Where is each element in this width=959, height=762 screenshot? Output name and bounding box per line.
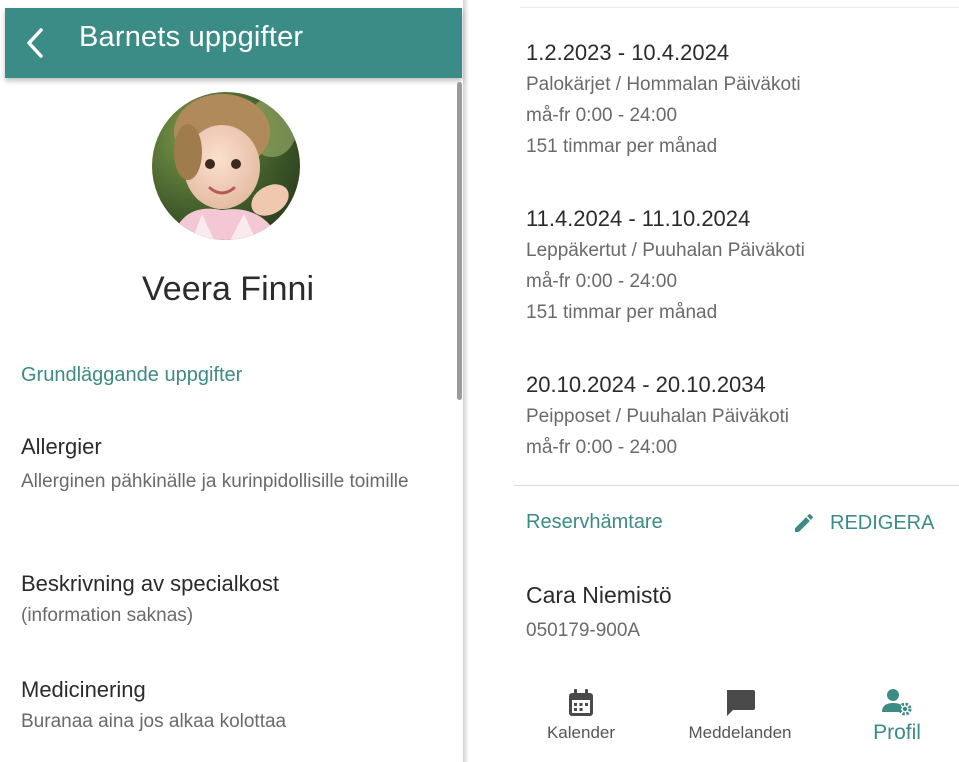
nav-item-profile[interactable]: Profil <box>866 680 928 745</box>
special-diet-value: (information saknas) <box>21 605 194 626</box>
allergies-label: Allergier <box>21 434 102 459</box>
chat-icon <box>727 690 755 716</box>
nav-item-calendar[interactable]: Kalender <box>542 680 620 743</box>
child-name: Veera Finni <box>142 270 314 308</box>
nav-label: Meddelanden <box>688 723 792 742</box>
nav-item-messages[interactable]: Meddelanden <box>680 680 800 743</box>
divider <box>520 7 959 8</box>
placements-panel: 1.2.2023 - 10.4.2024 Palokärjet / Hommal… <box>470 0 959 762</box>
edit-button-label: REDIGERA <box>830 511 935 534</box>
app-bar: Barnets uppgifter <box>5 8 462 78</box>
backup-pickup-name: Cara Niemistö <box>526 582 672 608</box>
placement-item: 11.4.2024 - 11.10.2024 Leppäkertut / Puu… <box>526 206 805 328</box>
special-diet-label: Beskrivning av specialkost <box>21 571 280 596</box>
divider <box>514 485 959 486</box>
page-title: Barnets uppgifter <box>79 21 304 53</box>
child-details-panel: Barnets uppgifter Veera Finni Grundlägga… <box>0 0 469 762</box>
child-photo <box>152 92 300 240</box>
placement-dates: 1.2.2023 - 10.4.2024 <box>526 40 730 65</box>
placement-item: 20.10.2024 - 20.10.2034 Peipposet / Puuh… <box>526 372 789 463</box>
placement-unit: Leppäkertut / Puuhalan Päiväkoti <box>526 240 805 261</box>
placement-schedule: må-fr 0:00 - 24:00 <box>526 271 678 292</box>
avatar <box>152 92 300 240</box>
basic-info-heading: Grundläggande uppgifter <box>21 364 243 386</box>
placement-hours: 151 timmar per månad <box>526 136 718 157</box>
backup-pickup-id: 050179-900A <box>526 620 641 641</box>
profile-gear-icon <box>882 689 912 716</box>
pencil-icon <box>795 513 814 532</box>
back-icon[interactable] <box>25 27 45 59</box>
placement-unit: Palokärjet / Hommalan Päiväkoti <box>526 74 801 95</box>
nav-label: Kalender <box>546 723 616 742</box>
placement-dates: 20.10.2024 - 20.10.2034 <box>526 372 766 397</box>
edit-button[interactable]: REDIGERA <box>792 508 934 538</box>
placement-dates: 11.4.2024 - 11.10.2024 <box>526 206 751 231</box>
nav-label: Profil <box>873 721 921 744</box>
placement-schedule: må-fr 0:00 - 24:00 <box>526 437 678 458</box>
calendar-icon <box>569 689 593 716</box>
backup-pickup-heading: Reservhämtare <box>526 511 663 533</box>
allergies-value: Allerginen pähkinälle ja kurinpidollisil… <box>21 471 409 492</box>
medication-label: Medicinering <box>21 677 146 702</box>
medication-value: Buranaa aina jos alkaa kolottaa <box>21 711 287 732</box>
placement-item: 1.2.2023 - 10.4.2024 Palokärjet / Hommal… <box>526 40 801 162</box>
placement-schedule: må-fr 0:00 - 24:00 <box>526 105 678 126</box>
scrollbar-thumb[interactable] <box>457 82 462 400</box>
placement-hours: 151 timmar per månad <box>526 302 718 323</box>
bottom-navigation: Kalender Meddelanden Profil <box>470 680 959 762</box>
placement-unit: Peipposet / Puuhalan Päiväkoti <box>526 406 790 427</box>
